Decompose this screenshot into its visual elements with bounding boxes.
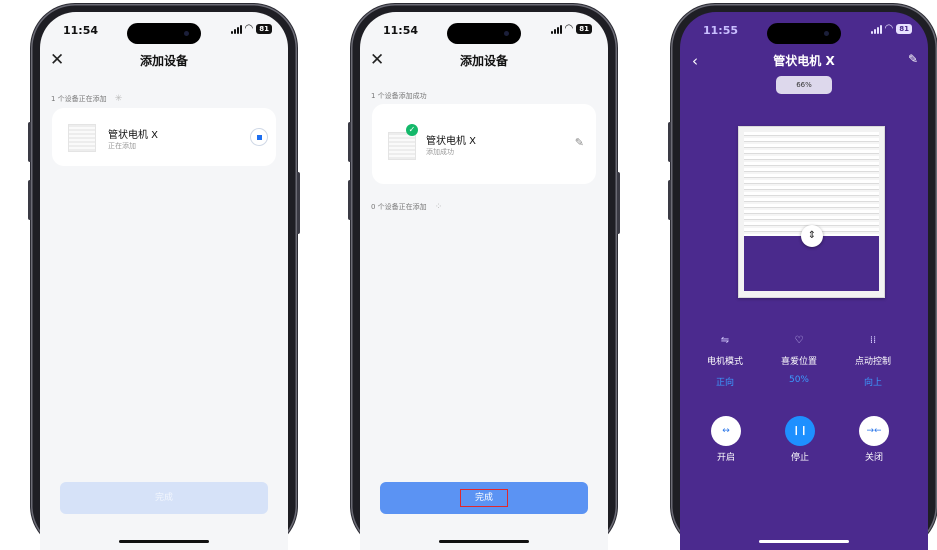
device-status: 添加成功 xyxy=(426,148,454,156)
close-label: 关闭 xyxy=(864,453,883,463)
section-adding: 1 个设备正在添加 ✳ xyxy=(51,94,122,104)
drag-handle-icon[interactable]: ⇕ xyxy=(801,225,823,247)
close-button[interactable]: →← xyxy=(859,416,889,446)
stop-icon xyxy=(256,134,262,140)
position-percent-badge: 66% xyxy=(776,76,832,94)
nav-bar: ‹ 管状电机 X ✎ xyxy=(680,52,928,72)
jog-control[interactable]: ⁞⁞ 点动控制 向上 xyxy=(838,334,908,388)
status-icons: ◠ 81 xyxy=(870,23,912,34)
wifi-icon: ◠ xyxy=(564,23,574,34)
signal-icon xyxy=(550,24,562,34)
phone-success: 11:54 ◠ 81 ✕ 添加设备 1 个设备添加成功 ✓ 管状电机 X 添加成… xyxy=(348,4,620,550)
battery-icon: 81 xyxy=(576,24,592,34)
dynamic-island xyxy=(127,23,201,44)
open-arrows-icon: ↔ xyxy=(722,426,730,436)
check-icon: ✓ xyxy=(406,124,418,136)
favorite-position-control[interactable]: ♡ 喜爱位置 50% xyxy=(764,334,834,385)
favorite-position-label: 喜爱位置 xyxy=(780,357,817,367)
device-status: 正在添加 xyxy=(108,142,136,150)
motor-mode-value: 正向 xyxy=(715,378,734,388)
signal-icon xyxy=(230,24,242,34)
device-name: 管状电机 X xyxy=(108,130,159,141)
stop-adding-button[interactable] xyxy=(250,128,268,146)
status-icons: ◠ 81 xyxy=(230,23,272,34)
device-card[interactable]: ✓ 管状电机 X 添加成功 ✎ xyxy=(372,104,596,184)
screen-success: 11:54 ◠ 81 ✕ 添加设备 1 个设备添加成功 ✓ 管状电机 X 添加成… xyxy=(360,12,608,550)
screen-adding: 11:54 ◠ 81 ✕ 添加设备 1 个设备正在添加 ✳ 管状电机 X 正在添加… xyxy=(40,12,288,550)
page-title: 添加设备 xyxy=(139,54,188,68)
sliders-icon: ⇋ xyxy=(720,335,730,346)
status-time: 11:55 xyxy=(703,24,739,37)
grid-icon: ⁞⁞ xyxy=(869,335,877,346)
blind-slats xyxy=(744,132,879,236)
done-button-label: 完成 xyxy=(459,489,508,507)
screen-control: 11:55 ◠ 81 ‹ 管状电机 X ✎ 66% ⇕ ⇋ 电机模式 正向 ♡ … xyxy=(680,12,928,550)
open-button[interactable]: ↔ xyxy=(711,416,741,446)
jog-control-value: 向上 xyxy=(863,378,882,388)
close-arrows-icon: →← xyxy=(866,426,882,436)
jog-control-label: 点动控制 xyxy=(854,357,891,367)
device-image xyxy=(388,132,416,160)
wifi-icon: ◠ xyxy=(884,23,894,34)
section-adding: 0 个设备正在添加 ⁘ xyxy=(371,202,442,212)
curtain-preview: ⇕ xyxy=(738,126,885,298)
pause-icon: ❙❙ xyxy=(792,426,808,436)
nav-bar: ✕ 添加设备 xyxy=(40,52,288,72)
device-name: 管状电机 X xyxy=(426,136,477,147)
edit-icon[interactable]: ✎ xyxy=(575,136,584,149)
done-button[interactable]: 完成 xyxy=(60,482,268,514)
page-title: 添加设备 xyxy=(459,54,508,68)
battery-icon: 81 xyxy=(256,24,272,34)
edit-icon[interactable]: ✎ xyxy=(908,52,918,66)
wifi-icon: ◠ xyxy=(244,23,254,34)
status-time: 11:54 xyxy=(383,24,419,37)
stop-button[interactable]: ❙❙ xyxy=(785,416,815,446)
section-adding-label: 0 个设备正在添加 xyxy=(371,203,427,211)
device-card[interactable]: 管状电机 X 正在添加 xyxy=(52,108,276,166)
phone-control: 11:55 ◠ 81 ‹ 管状电机 X ✎ 66% ⇕ ⇋ 电机模式 正向 ♡ … xyxy=(668,4,937,550)
battery-icon: 81 xyxy=(896,24,912,34)
heart-icon: ♡ xyxy=(794,335,804,346)
dynamic-island xyxy=(447,23,521,44)
device-image xyxy=(68,124,96,152)
loading-spinner-icon: ✳ xyxy=(114,94,123,104)
stop-label: 停止 xyxy=(790,453,809,463)
stop-action: ❙❙ 停止 xyxy=(769,416,831,463)
status-icons: ◠ 81 xyxy=(550,23,592,34)
section-adding-label: 1 个设备正在添加 xyxy=(51,95,107,103)
nav-bar: ✕ 添加设备 xyxy=(360,52,608,72)
page-title: 管状电机 X xyxy=(773,54,835,68)
signal-icon xyxy=(870,24,882,34)
close-action: →← 关闭 xyxy=(843,416,905,463)
motor-mode-control[interactable]: ⇋ 电机模式 正向 xyxy=(690,334,760,388)
open-label: 开启 xyxy=(716,453,735,463)
dynamic-island xyxy=(767,23,841,44)
section-success-label: 1 个设备添加成功 xyxy=(371,92,427,100)
open-action: ↔ 开启 xyxy=(695,416,757,463)
status-time: 11:54 xyxy=(63,24,99,37)
phone-adding: 11:54 ◠ 81 ✕ 添加设备 1 个设备正在添加 ✳ 管状电机 X 正在添加… xyxy=(28,4,300,550)
favorite-position-value: 50% xyxy=(788,375,809,385)
done-button[interactable]: 完成 xyxy=(380,482,588,514)
motor-mode-label: 电机模式 xyxy=(706,357,743,367)
loading-spinner-icon: ⁘ xyxy=(434,202,443,212)
